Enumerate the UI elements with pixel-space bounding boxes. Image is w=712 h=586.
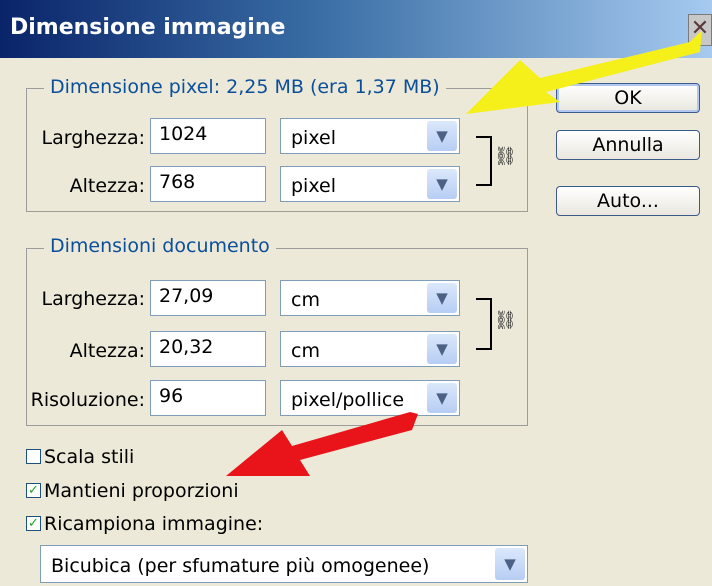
resolution-unit-value: pixel/pollice bbox=[291, 389, 405, 411]
resolution-unit-select[interactable]: pixel/pollice ▼ bbox=[280, 380, 460, 416]
title-bar: Dimensione immagine bbox=[0, 0, 712, 58]
cancel-button[interactable]: Annulla bbox=[556, 130, 700, 160]
constrain-proportions-label: Mantieni proporzioni bbox=[44, 480, 239, 502]
doc-height-label: Altezza: bbox=[69, 340, 145, 362]
chevron-down-icon: ▼ bbox=[427, 283, 457, 313]
chain-link-icon: ⛓ bbox=[494, 146, 517, 167]
scale-styles-label: Scala stili bbox=[44, 446, 135, 468]
chain-link-icon: ⛓ bbox=[494, 310, 517, 331]
pixel-height-unit-select[interactable]: pixel ▼ bbox=[280, 166, 460, 202]
resample-image-label: Ricampiona immagine: bbox=[44, 513, 264, 535]
resample-method-select[interactable]: Bicubica (per sfumature più omogenee) ▼ bbox=[40, 545, 528, 583]
checkmark-icon: ✓ bbox=[28, 516, 39, 531]
chevron-down-icon: ▼ bbox=[427, 334, 457, 364]
resolution-label: Risoluzione: bbox=[30, 389, 145, 411]
doc-height-unit-select[interactable]: cm ▼ bbox=[280, 331, 460, 367]
pixel-width-unit-value: pixel bbox=[291, 127, 336, 149]
doc-height-unit-value: cm bbox=[291, 340, 320, 362]
pixel-height-unit-value: pixel bbox=[291, 175, 336, 197]
checkmark-icon: ✓ bbox=[28, 483, 39, 498]
resolution-input[interactable]: 96 bbox=[150, 380, 266, 416]
auto-button[interactable]: Auto... bbox=[556, 186, 700, 216]
chevron-down-icon: ▼ bbox=[495, 548, 525, 580]
doc-link-bracket bbox=[476, 298, 492, 350]
pixel-link-bracket bbox=[476, 136, 492, 186]
doc-width-unit-value: cm bbox=[291, 289, 320, 311]
chevron-down-icon: ▼ bbox=[427, 383, 457, 413]
pixel-height-input[interactable]: 768 bbox=[150, 166, 266, 202]
close-icon: ✕ bbox=[690, 16, 710, 41]
constrain-proportions-checkbox[interactable]: ✓ bbox=[26, 483, 41, 498]
pixel-width-input[interactable]: 1024 bbox=[150, 118, 266, 154]
doc-width-input[interactable]: 27,09 bbox=[150, 280, 266, 316]
ok-button[interactable]: OK bbox=[556, 83, 700, 113]
pixel-height-label: Altezza: bbox=[69, 175, 145, 197]
chevron-down-icon: ▼ bbox=[427, 169, 457, 199]
pixel-dimensions-legend: Dimensione pixel: 2,25 MB (era 1,37 MB) bbox=[44, 76, 446, 98]
close-button[interactable]: ✕ bbox=[688, 14, 712, 46]
pixel-width-unit-select[interactable]: pixel ▼ bbox=[280, 118, 460, 154]
chevron-down-icon: ▼ bbox=[427, 121, 457, 151]
window-title: Dimensione immagine bbox=[10, 15, 286, 40]
pixel-width-label: Larghezza: bbox=[41, 127, 146, 149]
doc-height-input[interactable]: 20,32 bbox=[150, 331, 266, 367]
document-dimensions-legend: Dimensioni documento bbox=[44, 235, 276, 257]
resample-method-value: Bicubica (per sfumature più omogenee) bbox=[51, 555, 430, 577]
scale-styles-checkbox[interactable] bbox=[26, 449, 41, 464]
resample-image-checkbox[interactable]: ✓ bbox=[26, 516, 41, 531]
doc-width-unit-select[interactable]: cm ▼ bbox=[280, 280, 460, 316]
doc-width-label: Larghezza: bbox=[41, 288, 146, 310]
